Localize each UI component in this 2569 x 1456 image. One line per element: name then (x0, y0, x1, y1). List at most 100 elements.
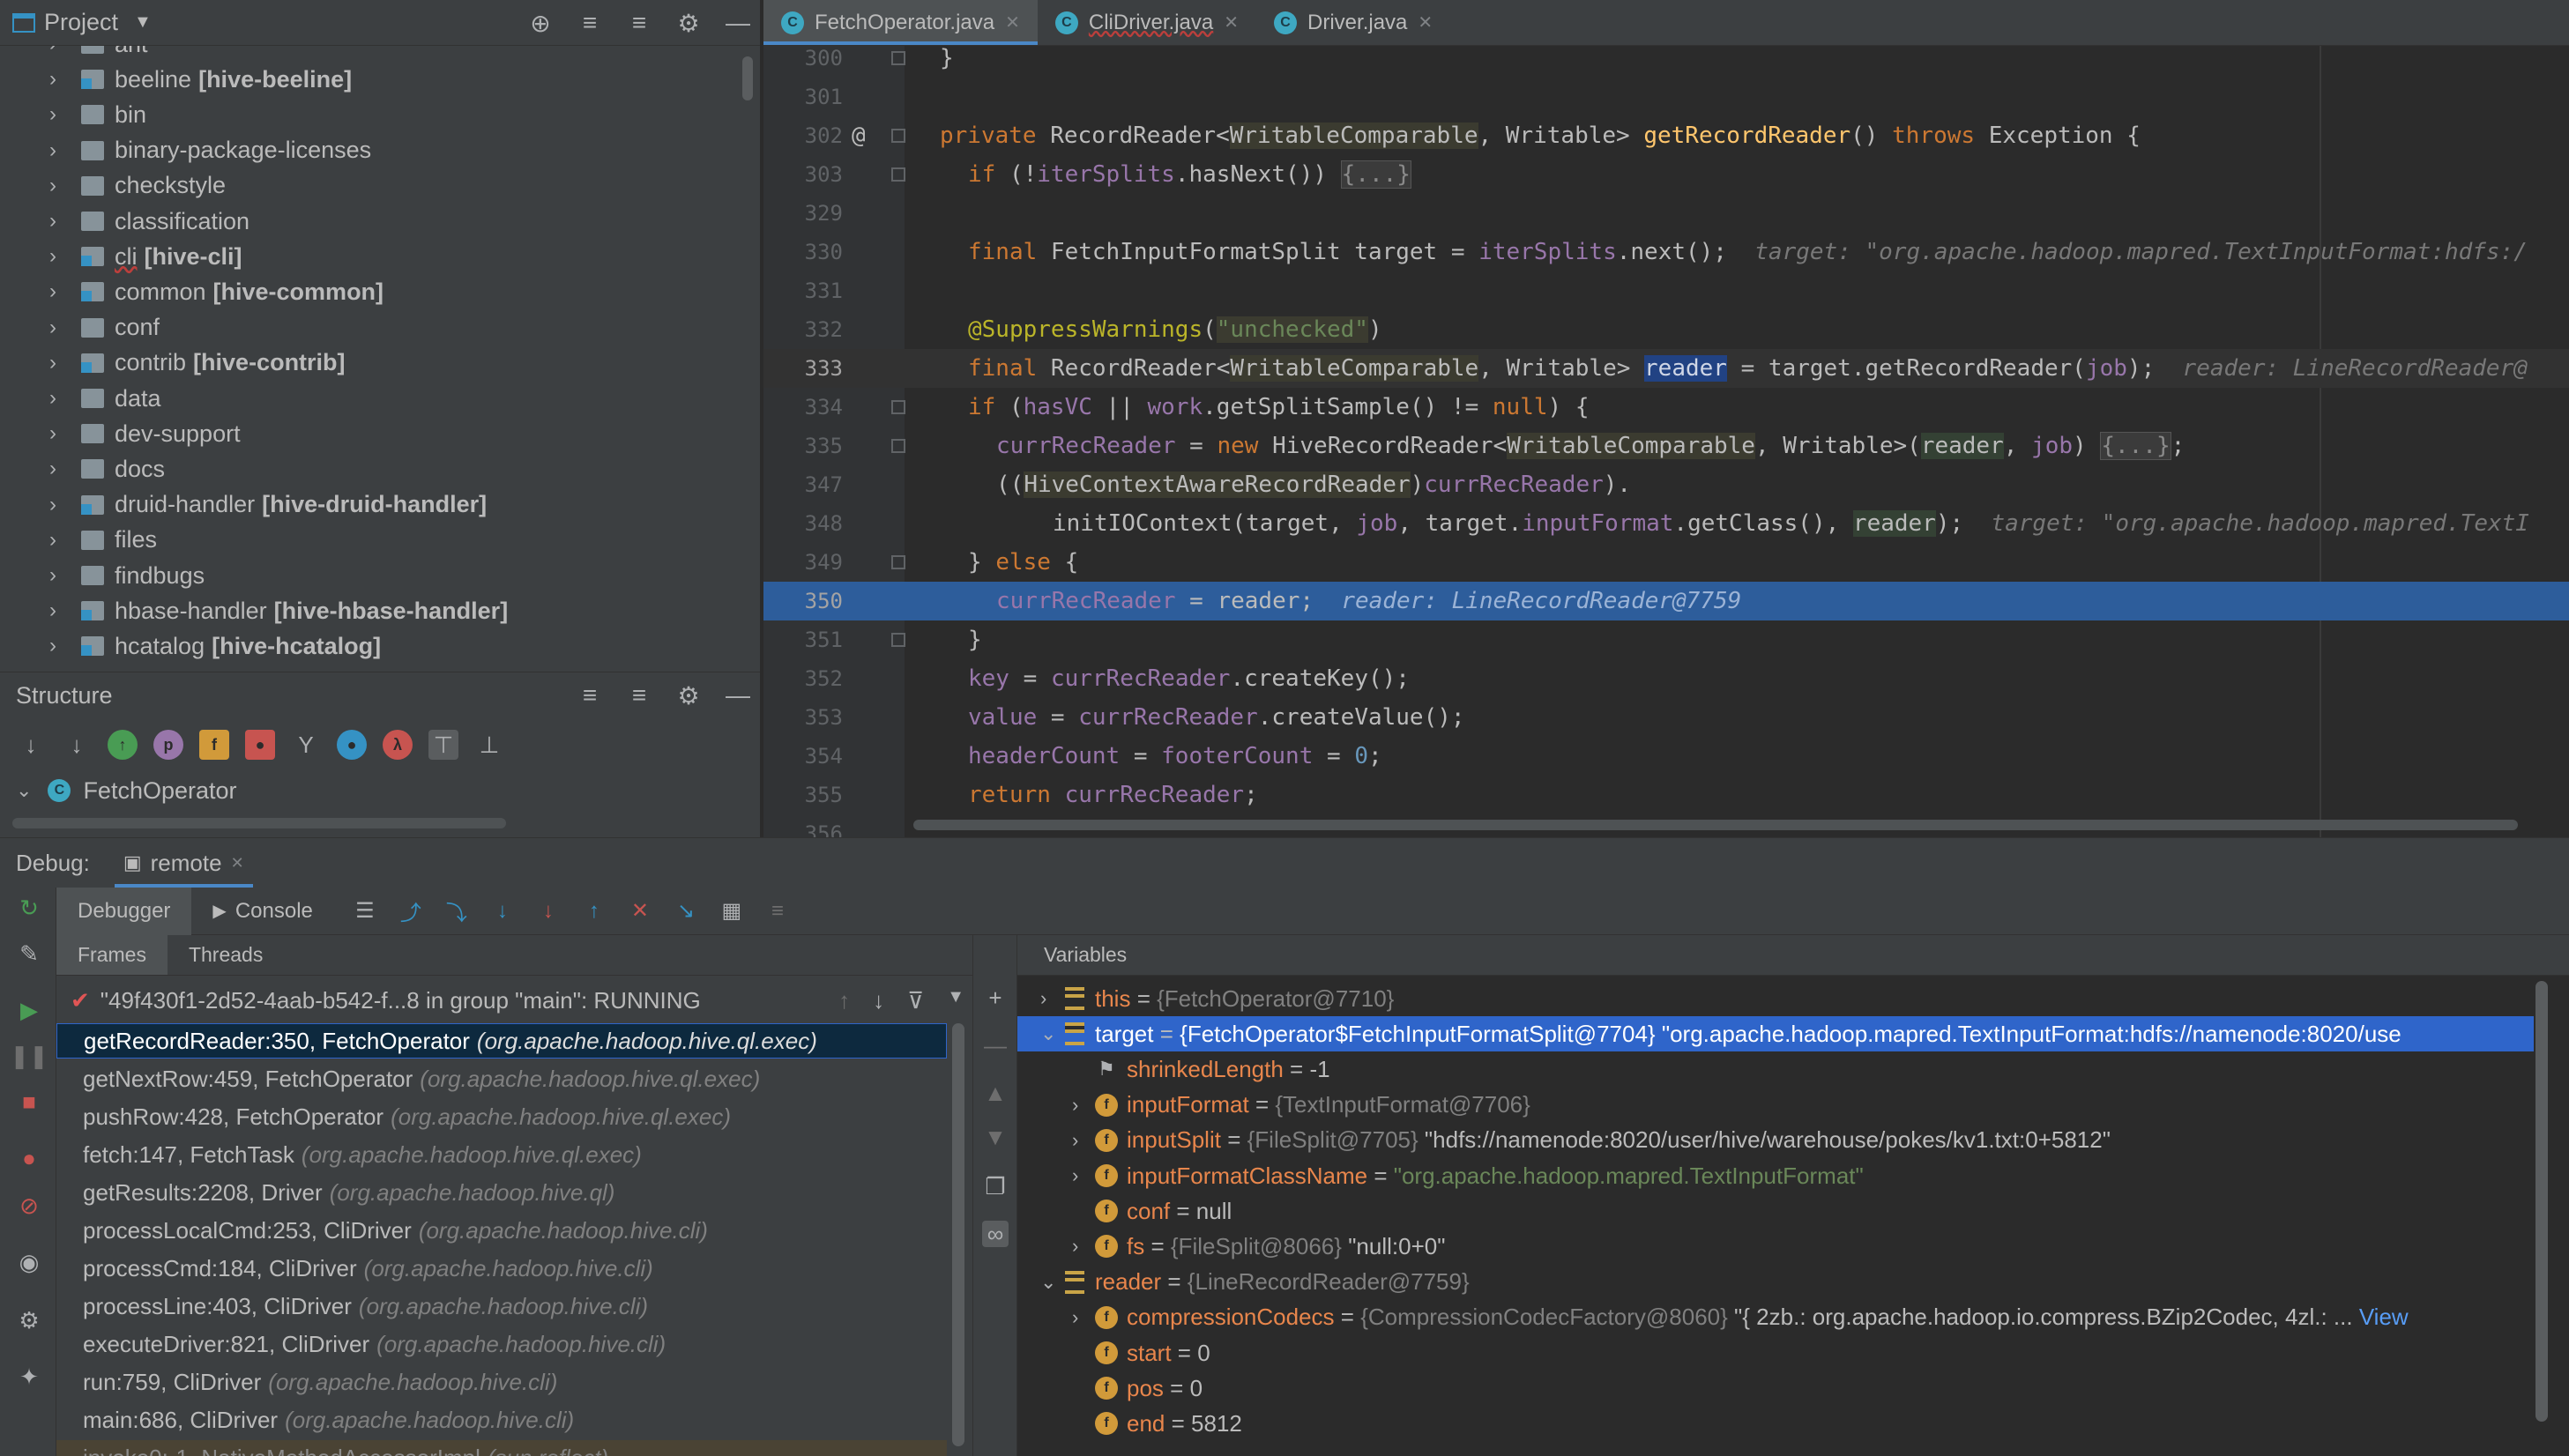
sort-alpha-icon[interactable]: ↓ (16, 730, 46, 760)
chevron-right-icon[interactable]: › (49, 102, 69, 127)
settings-wrench-icon[interactable]: ✎ (14, 939, 44, 969)
tree-item-hbase-handler[interactable]: › hbase-handler [hive-hbase-handler] (0, 593, 741, 628)
chevron-right-icon[interactable]: › (49, 174, 69, 198)
tab-fetchoperator[interactable]: C FetchOperator.java ✕ (763, 0, 1038, 45)
autoscroll-to-source-icon[interactable]: ⊤ (428, 730, 458, 760)
move-down-icon[interactable]: ▼ (982, 1124, 1009, 1150)
structure-scrollbar[interactable] (12, 818, 506, 828)
chevron-right-icon[interactable]: › (49, 279, 69, 304)
close-icon[interactable]: ✕ (1005, 11, 1020, 33)
variable-row[interactable]: f start = 0 (1017, 1335, 2534, 1371)
chevron-right-icon[interactable]: › (49, 351, 69, 375)
stack-frame[interactable]: processLocalCmd:253, CliDriver (org.apach… (56, 1213, 947, 1248)
chevron-right-icon[interactable]: › (49, 457, 69, 481)
tree-item-ant[interactable]: › ant (0, 46, 741, 62)
minimize-icon[interactable]: — (725, 9, 751, 37)
tab-debugger[interactable]: Debugger (56, 887, 192, 935)
chevron-right-icon[interactable]: › (49, 421, 69, 446)
chevron-right-icon[interactable]: › (1072, 1235, 1078, 1258)
chevron-down-icon[interactable]: ▼ (947, 987, 964, 1014)
code-line-execution-point[interactable]: 350 currRecReader = reader; reader: LineR… (763, 582, 2569, 620)
frames-scrollbar[interactable] (952, 1023, 964, 1446)
chevron-right-icon[interactable]: › (1072, 1164, 1078, 1187)
gear-icon[interactable]: ⚙ (675, 9, 702, 38)
variable-row[interactable]: f conf = null (1017, 1193, 2534, 1229)
arrow-down-icon[interactable]: ↓ (873, 987, 884, 1014)
close-icon[interactable]: ✕ (1418, 11, 1433, 33)
chevron-right-icon[interactable]: › (49, 386, 69, 411)
tab-driver[interactable]: C Driver.java ✕ (1256, 0, 1450, 45)
step-into-icon[interactable]: ↓ (488, 896, 518, 926)
chevron-down-icon[interactable]: ⌄ (1040, 1271, 1056, 1294)
expand-all-icon[interactable]: ≡ (577, 9, 603, 37)
code-line[interactable]: 354 headerCount = footerCount = 0; (763, 737, 2569, 776)
code-editor[interactable]: 300} 301 302 @ private RecordReader<Writab… (763, 46, 2569, 837)
add-watch-icon[interactable]: + (982, 984, 1009, 1011)
gear-icon[interactable]: ⚙ (675, 681, 702, 710)
tab-console[interactable]: ▶ Console (191, 888, 333, 935)
filter-icon[interactable]: ⊽ (907, 987, 924, 1014)
view-link[interactable]: View (2359, 1304, 2409, 1330)
show-non-public-icon[interactable]: ● (245, 730, 275, 760)
code-line[interactable]: 329 (763, 194, 2569, 233)
variables-scrollbar[interactable] (2535, 981, 2548, 1422)
variable-row[interactable]: › this = {FetchOperator@7710} (1017, 981, 2534, 1016)
tree-item-contrib[interactable]: › contrib [hive-contrib] (0, 345, 741, 381)
chevron-right-icon[interactable]: › (49, 528, 69, 553)
project-view-selector[interactable]: Project ▼ (12, 9, 152, 36)
tab-threads[interactable]: Threads (168, 935, 284, 975)
step-out-icon[interactable]: ↑ (579, 896, 609, 926)
chevron-right-icon[interactable]: › (1072, 1129, 1078, 1152)
editor-scrollbar[interactable] (913, 820, 2518, 830)
tree-item-data[interactable]: › data (0, 381, 741, 416)
mute-breakpoints-icon[interactable]: ⊘ (14, 1191, 44, 1221)
show-lambda-icon[interactable]: λ (383, 730, 413, 760)
thread-selector[interactable]: ✔ "49f430f1-2d52-4aab-b542-f...8 in grou… (56, 979, 973, 1021)
code-line[interactable]: 355 return currRecReader; (763, 776, 2569, 814)
tree-item-classification[interactable]: › classification (0, 204, 741, 239)
remove-watch-icon[interactable]: — (982, 1032, 1009, 1059)
chevron-right-icon[interactable]: › (1072, 1306, 1078, 1329)
code-line-current[interactable]: 333 final RecordReader<WritableComparable… (763, 349, 2569, 388)
tree-item-binary-package-licenses[interactable]: › binary-package-licenses (0, 133, 741, 168)
trace-icon[interactable]: ≡ (763, 896, 793, 926)
tab-clidriver[interactable]: C CliDriver.java ✕ (1038, 0, 1256, 45)
chevron-right-icon[interactable]: › (49, 244, 69, 269)
stack-frame[interactable]: getRecordReader:350, FetchOperator (org.a… (56, 1023, 947, 1059)
chevron-right-icon[interactable]: › (49, 46, 69, 56)
tree-item-hcatalog[interactable]: › hcatalog [hive-hcatalog] (0, 628, 741, 664)
tree-item-cli[interactable]: › cli [hive-cli] (0, 239, 741, 274)
override-marker[interactable]: @ (852, 123, 866, 149)
chevron-right-icon[interactable]: › (49, 209, 69, 234)
chevron-right-icon[interactable]: › (1040, 987, 1046, 1010)
stack-frame[interactable]: pushRow:428, FetchOperator (org.apache.ha… (56, 1099, 947, 1134)
variable-row[interactable]: › f inputFormatClassName = "org.apache.had… (1017, 1158, 2534, 1193)
code-line[interactable]: 352 key = currRecReader.createKey(); (763, 659, 2569, 698)
fold-marker[interactable] (891, 129, 905, 143)
stack-frame[interactable]: main:686, CliDriver (org.apache.hadoop.hi… (56, 1402, 947, 1437)
code-line[interactable]: 347 ((HiveContextAwareRecordReader)currRe… (763, 465, 2569, 504)
chevron-right-icon[interactable]: › (49, 138, 69, 163)
run-config-tab[interactable]: ▣ remote ✕ (114, 838, 253, 888)
force-step-into-icon[interactable]: ↓ (533, 896, 563, 926)
stack-frame[interactable]: executeDriver:821, CliDriver (org.apache.… (56, 1326, 947, 1362)
variable-row[interactable]: › f fs = {FileSplit@8066} "null:0+0" (1017, 1229, 2534, 1264)
collapse-all-icon[interactable]: ≡ (626, 681, 652, 709)
code-line[interactable]: 330 final FetchInputFormatSplit target = … (763, 233, 2569, 271)
code-line[interactable]: 349} else { (763, 543, 2569, 582)
code-line[interactable]: 353 value = currRecReader.createValue(); (763, 698, 2569, 737)
copy-icon[interactable]: ❐ (982, 1173, 1009, 1200)
tree-item-dev-support[interactable]: › dev-support (0, 416, 741, 451)
stack-frame[interactable]: run:759, CliDriver (org.apache.hadoop.hiv… (56, 1364, 947, 1400)
stack-frame[interactable]: processLine:403, CliDriver (org.apache.ha… (56, 1289, 947, 1324)
project-scrollbar[interactable] (742, 56, 753, 100)
chevron-down-icon[interactable]: ⌄ (1040, 1022, 1056, 1045)
chevron-right-icon[interactable]: › (49, 67, 69, 92)
code-line[interactable]: 331 (763, 271, 2569, 310)
fold-marker[interactable] (891, 51, 905, 65)
pin-icon[interactable]: ✦ (14, 1362, 44, 1392)
chevron-right-icon[interactable]: › (49, 493, 69, 517)
code-line[interactable]: 335 currRecReader = new HiveRecordReader<… (763, 427, 2569, 465)
variable-row[interactable]: f pos = 0 (1017, 1371, 2534, 1406)
expand-all-icon[interactable]: ≡ (577, 681, 603, 709)
